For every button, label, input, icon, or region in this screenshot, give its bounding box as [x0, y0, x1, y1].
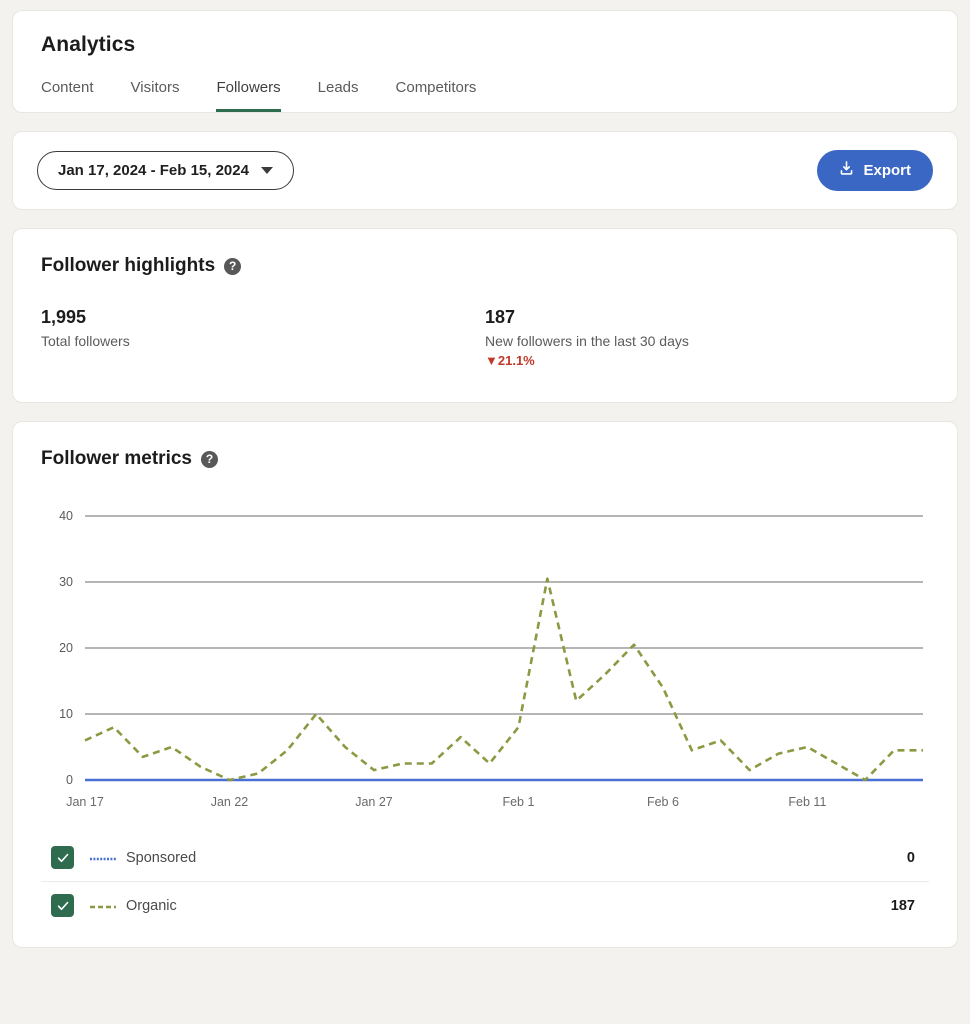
stat-delta-badge: ▼21.1% — [485, 353, 929, 368]
stat-value: 187 — [485, 307, 929, 328]
follower-highlights-title: Follower highlights ? — [41, 255, 929, 277]
chevron-down-icon — [261, 167, 273, 174]
y-axis-tick-label: 10 — [59, 707, 73, 721]
x-axis-tick-label: Feb 11 — [788, 795, 826, 809]
legend-row-organic[interactable]: Organic 187 — [41, 882, 929, 929]
legend-swatch-organic — [90, 897, 116, 915]
x-axis-tick-label: Feb 6 — [647, 795, 679, 809]
legend-label-organic: Organic — [126, 898, 891, 914]
stat-value: 1,995 — [41, 307, 485, 328]
tab-leads[interactable]: Leads — [318, 79, 359, 112]
follower-metrics-title: Follower metrics ? — [41, 448, 929, 470]
x-axis-tick-label: Jan 17 — [66, 795, 104, 809]
page-title: Analytics — [13, 33, 957, 57]
x-axis-tick-label: Jan 22 — [211, 795, 249, 809]
stat-new-followers: 187 New followers in the last 30 days ▼2… — [485, 307, 929, 368]
tab-content[interactable]: Content — [41, 79, 94, 112]
follower-metrics-chart: 0 10 20 30 40 Jan 17 Jan 22 Jan 27 Feb 1 Feb 6 Feb… — [41, 500, 929, 820]
header-card: Analytics Content Visitors Followers Lea… — [12, 10, 958, 113]
y-axis-tick-label: 20 — [59, 641, 73, 655]
y-axis-tick-label: 40 — [59, 509, 73, 523]
checkbox-organic[interactable] — [51, 894, 74, 917]
y-axis-tick-label: 0 — [66, 773, 73, 787]
line-chart-svg: 0 10 20 30 40 Jan 17 Jan 22 Jan 27 Feb 1 Feb 6 Feb… — [41, 500, 931, 820]
download-icon — [839, 161, 854, 180]
section-title-text: Follower highlights — [41, 255, 215, 277]
date-range-label: Jan 17, 2024 - Feb 15, 2024 — [58, 162, 249, 179]
tab-competitors[interactable]: Competitors — [396, 79, 477, 112]
series-line-organic — [85, 579, 923, 780]
follower-metrics-card: Follower metrics ? 0 10 20 30 40 Jan 17 Jan 22… — [12, 421, 958, 948]
question-mark-icon[interactable]: ? — [201, 451, 218, 468]
date-range-selector[interactable]: Jan 17, 2024 - Feb 15, 2024 — [37, 151, 294, 190]
stat-total-followers: 1,995 Total followers — [41, 307, 485, 368]
question-mark-icon[interactable]: ? — [224, 258, 241, 275]
tab-bar: Content Visitors Followers Leads Competi… — [13, 57, 957, 112]
legend-swatch-sponsored — [90, 849, 116, 867]
highlight-stats-row: 1,995 Total followers 187 New followers … — [41, 307, 929, 368]
stat-label: Total followers — [41, 333, 485, 349]
toolbar-card: Jan 17, 2024 - Feb 15, 2024 Export — [12, 131, 958, 210]
export-button[interactable]: Export — [817, 150, 933, 191]
follower-highlights-card: Follower highlights ? 1,995 Total follow… — [12, 228, 958, 403]
export-button-label: Export — [863, 162, 911, 179]
legend-row-sponsored[interactable]: Sponsored 0 — [41, 834, 929, 882]
analytics-page: Analytics Content Visitors Followers Lea… — [0, 0, 970, 948]
legend-value-organic: 187 — [891, 898, 929, 914]
y-axis-tick-label: 30 — [59, 575, 73, 589]
stat-label: New followers in the last 30 days — [485, 333, 929, 349]
tab-visitors[interactable]: Visitors — [131, 79, 180, 112]
chart-legend: Sponsored 0 Organic 187 — [41, 834, 929, 929]
section-title-text: Follower metrics — [41, 448, 192, 470]
legend-label-sponsored: Sponsored — [126, 850, 907, 866]
checkbox-sponsored[interactable] — [51, 846, 74, 869]
tab-followers[interactable]: Followers — [216, 79, 280, 112]
legend-value-sponsored: 0 — [907, 850, 929, 866]
x-axis-tick-label: Jan 27 — [355, 795, 393, 809]
x-axis-tick-label: Feb 1 — [502, 795, 534, 809]
